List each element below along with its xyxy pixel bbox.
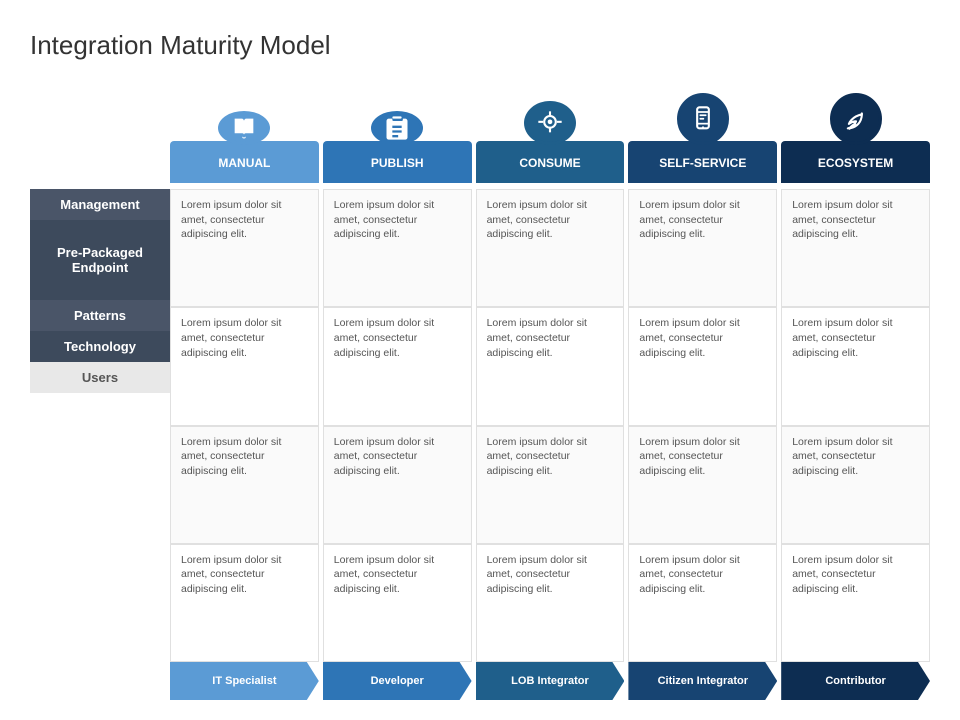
col-publish: PUBLISH Lorem ipsum dolor sit amet, cons… bbox=[323, 79, 472, 700]
cell-publish-technology: Lorem ipsum dolor sit amet, consectetur … bbox=[323, 544, 472, 662]
cell-publish-management: Lorem ipsum dolor sit amet, consectetur … bbox=[323, 189, 472, 307]
cell-ecosystem-management: Lorem ipsum dolor sit amet, consectetur … bbox=[781, 189, 930, 307]
col-title-ecosystem: ECOSYSTEM bbox=[781, 141, 930, 183]
cells-ecosystem: Lorem ipsum dolor sit amet, consectetur … bbox=[781, 189, 930, 662]
cells-selfservice: Lorem ipsum dolor sit amet, consectetur … bbox=[628, 189, 777, 662]
cells-publish: Lorem ipsum dolor sit amet, consectetur … bbox=[323, 189, 472, 662]
cell-publish-patterns: Lorem ipsum dolor sit amet, consectetur … bbox=[323, 426, 472, 544]
cells-consume: Lorem ipsum dolor sit amet, consectetur … bbox=[476, 189, 625, 662]
row-labels: Management Pre-PackagedEndpoint Patterns… bbox=[30, 79, 170, 700]
row-label-users: Users bbox=[30, 362, 170, 393]
icon-circle-publish bbox=[371, 111, 423, 145]
row-label-pre-packaged: Pre-PackagedEndpoint bbox=[30, 220, 170, 300]
col-header-manual: MANUAL bbox=[170, 79, 319, 189]
cell-selfservice-prepackaged: Lorem ipsum dolor sit amet, consectetur … bbox=[628, 307, 777, 425]
cell-consume-technology: Lorem ipsum dolor sit amet, consectetur … bbox=[476, 544, 625, 662]
row-label-technology: Technology bbox=[30, 331, 170, 362]
icon-circle-consume bbox=[524, 101, 576, 145]
leaf-icon bbox=[842, 105, 870, 133]
col-title-consume: CONSUME bbox=[476, 141, 625, 183]
col-header-consume: CONSUME bbox=[476, 79, 625, 189]
main-content: Management Pre-PackagedEndpoint Patterns… bbox=[30, 79, 930, 700]
user-manual: IT Specialist bbox=[170, 662, 319, 700]
col-title-manual: MANUAL bbox=[170, 141, 319, 183]
col-title-selfservice: SELF-SERVICE bbox=[628, 141, 777, 183]
cell-manual-patterns: Lorem ipsum dolor sit amet, consectetur … bbox=[170, 426, 319, 544]
col-consume: CONSUME Lorem ipsum dolor sit amet, cons… bbox=[476, 79, 625, 700]
cell-consume-management: Lorem ipsum dolor sit amet, consectetur … bbox=[476, 189, 625, 307]
user-selfservice: Citizen Integrator bbox=[628, 662, 777, 700]
cell-manual-technology: Lorem ipsum dolor sit amet, consectetur … bbox=[170, 544, 319, 662]
cells-manual: Lorem ipsum dolor sit amet, consectetur … bbox=[170, 189, 319, 662]
cell-ecosystem-prepackaged: Lorem ipsum dolor sit amet, consectetur … bbox=[781, 307, 930, 425]
cell-consume-patterns: Lorem ipsum dolor sit amet, consectetur … bbox=[476, 426, 625, 544]
page: Integration Maturity Model Management Pr… bbox=[0, 0, 960, 720]
cell-selfservice-management: Lorem ipsum dolor sit amet, consectetur … bbox=[628, 189, 777, 307]
icon-circle-selfservice bbox=[677, 93, 729, 145]
cell-selfservice-technology: Lorem ipsum dolor sit amet, consectetur … bbox=[628, 544, 777, 662]
row-label-management: Management bbox=[30, 189, 170, 220]
col-selfservice: SELF-SERVICE Lorem ipsum dolor sit amet,… bbox=[628, 79, 777, 700]
cell-publish-prepackaged: Lorem ipsum dolor sit amet, consectetur … bbox=[323, 307, 472, 425]
row-label-patterns: Patterns bbox=[30, 300, 170, 331]
cell-selfservice-patterns: Lorem ipsum dolor sit amet, consectetur … bbox=[628, 426, 777, 544]
cell-ecosystem-patterns: Lorem ipsum dolor sit amet, consectetur … bbox=[781, 426, 930, 544]
page-title: Integration Maturity Model bbox=[30, 30, 930, 61]
user-publish: Developer bbox=[323, 662, 472, 700]
col-header-selfservice: SELF-SERVICE bbox=[628, 79, 777, 189]
col-header-publish: PUBLISH bbox=[323, 79, 472, 189]
icon-circle-ecosystem bbox=[830, 93, 882, 145]
cell-consume-prepackaged: Lorem ipsum dolor sit amet, consectetur … bbox=[476, 307, 625, 425]
cell-manual-management: Lorem ipsum dolor sit amet, consectetur … bbox=[170, 189, 319, 307]
cell-manual-prepackaged: Lorem ipsum dolor sit amet, consectetur … bbox=[170, 307, 319, 425]
icon-circle-manual bbox=[218, 111, 270, 145]
col-manual: MANUAL Lorem ipsum dolor sit amet, conse… bbox=[170, 79, 319, 700]
user-consume: LOB Integrator bbox=[476, 662, 625, 700]
cell-ecosystem-technology: Lorem ipsum dolor sit amet, consectetur … bbox=[781, 544, 930, 662]
mobile-icon bbox=[689, 105, 717, 133]
book-icon bbox=[230, 114, 258, 142]
clipboard-icon bbox=[383, 114, 411, 142]
col-ecosystem: ECOSYSTEM Lorem ipsum dolor sit amet, co… bbox=[781, 79, 930, 700]
col-title-publish: PUBLISH bbox=[323, 141, 472, 183]
columns-container: MANUAL Lorem ipsum dolor sit amet, conse… bbox=[170, 79, 930, 700]
user-ecosystem: Contributor bbox=[781, 662, 930, 700]
brain-icon bbox=[536, 109, 564, 137]
col-header-ecosystem: ECOSYSTEM bbox=[781, 79, 930, 189]
